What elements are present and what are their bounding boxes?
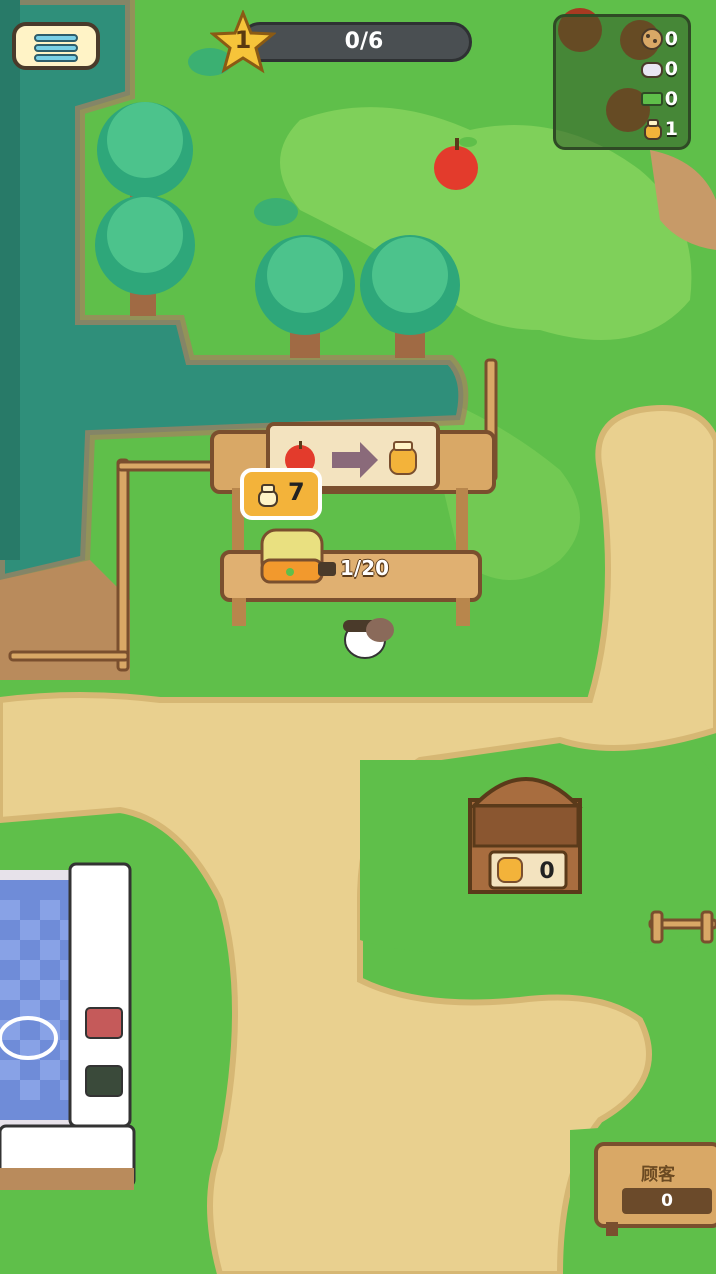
resource-row-cloth: 0 (556, 55, 686, 83)
chest-honey-count: 0 (539, 859, 555, 884)
resource-value: 0 (664, 28, 678, 50)
juice-stand[interactable] (222, 424, 494, 628)
honey-jar-icon (644, 119, 662, 140)
resource-value: 0 (664, 58, 678, 80)
cash-icon (641, 92, 663, 106)
level-progress-text: 0/6 (344, 29, 384, 54)
cookie-icon (641, 28, 663, 50)
customer-sign-label: 顾客 (641, 1165, 675, 1185)
resource-row-honey: 1 (556, 115, 686, 143)
resource-value: 0 (664, 88, 678, 110)
shop-building[interactable] (0, 864, 134, 1190)
storage-chest[interactable] (470, 762, 582, 894)
customer-count: 0 (622, 1188, 712, 1214)
cloth-icon (641, 62, 663, 78)
resource-value: 1 (664, 118, 678, 140)
resource-row-cookie: 0 (556, 25, 686, 53)
resource-row-cash: 0 (556, 85, 686, 113)
resource-panel: 0 0 0 1 (553, 14, 691, 150)
player-character (336, 610, 396, 666)
menu-button[interactable] (12, 22, 100, 70)
